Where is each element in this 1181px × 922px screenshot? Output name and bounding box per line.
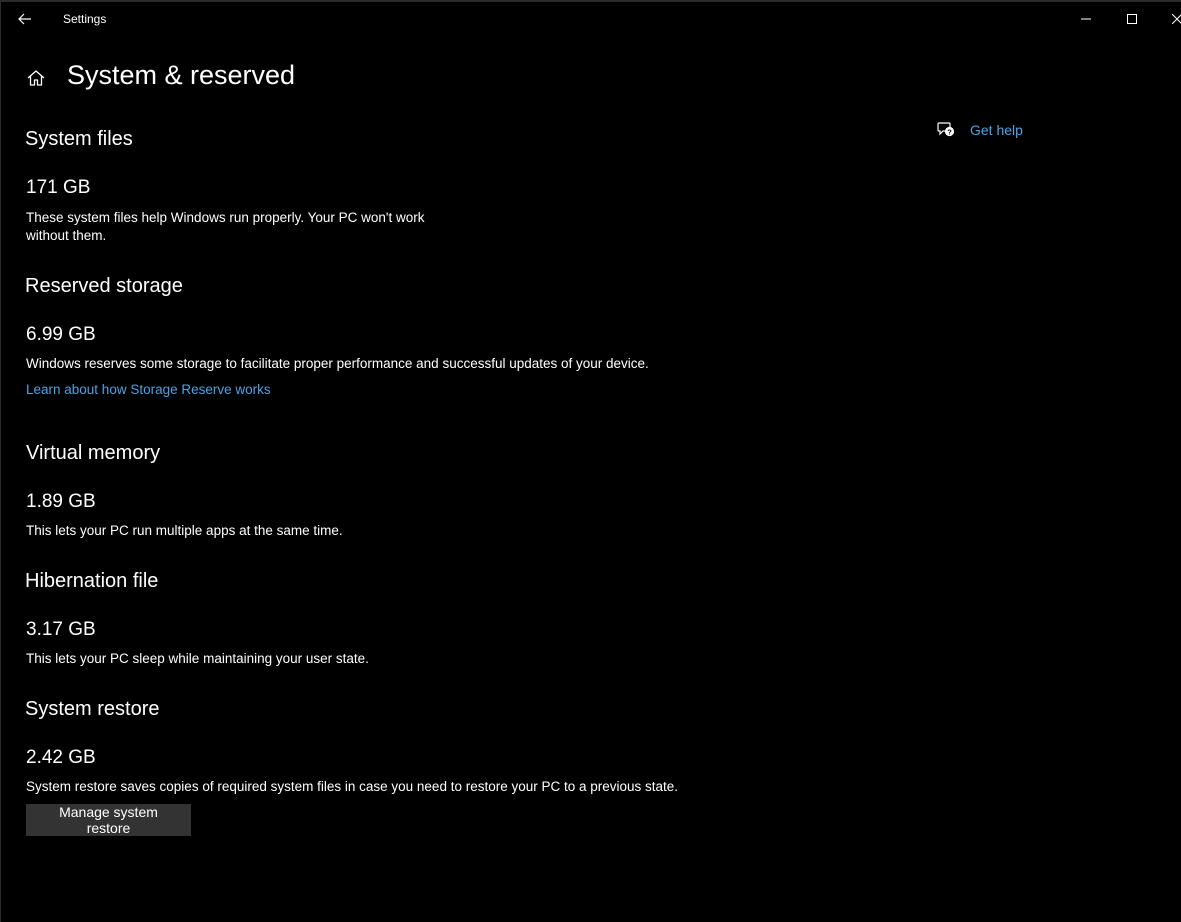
home-icon (27, 70, 45, 86)
storage-reserve-link[interactable]: Learn about how Storage Reserve works (26, 382, 271, 397)
page-title: System & reserved (67, 60, 296, 90)
svg-text:?: ? (947, 127, 952, 136)
section-description-line: without them. (26, 228, 107, 243)
settings-window: Settings System & reserved ? Get help Sy… (0, 0, 1181, 922)
maximize-icon (1127, 14, 1137, 24)
section-system-restore: System restore 2.42 GB System restore sa… (25, 698, 678, 836)
section-size: 6.99 GB (26, 324, 96, 345)
section-heading: System files (25, 128, 133, 150)
app-title: Settings (63, 12, 107, 26)
section-hibernation-file: Hibernation file 3.17 GB This lets your … (25, 570, 369, 666)
section-size: 2.42 GB (26, 747, 96, 768)
chat-help-icon: ? (936, 120, 956, 140)
maximize-button[interactable] (1109, 2, 1155, 36)
close-button[interactable] (1155, 2, 1181, 36)
section-description-line: Windows reserves some storage to facilit… (26, 356, 649, 371)
close-icon (1172, 14, 1181, 24)
section-size: 171 GB (26, 177, 91, 198)
section-heading: System restore (25, 698, 160, 720)
section-reserved-storage: Reserved storage 6.99 GB Windows reserve… (25, 275, 649, 397)
section-heading: Reserved storage (25, 275, 183, 297)
home-button[interactable] (23, 65, 49, 91)
section-heading: Hibernation file (25, 570, 159, 592)
back-button[interactable] (9, 4, 41, 34)
section-virtual-memory: Virtual memory 1.89 GB This lets your PC… (26, 442, 343, 538)
manage-system-restore-button[interactable]: Manage system restore (26, 804, 191, 836)
section-size: 1.89 GB (26, 491, 96, 512)
section-description-line: This lets your PC run multiple apps at t… (26, 523, 343, 538)
section-heading: Virtual memory (26, 442, 161, 464)
get-help-link[interactable]: ? Get help (936, 120, 1023, 140)
title-bar: Settings (1, 2, 1181, 38)
get-help-label: Get help (970, 122, 1023, 138)
section-system-files: System files 171 GB These system files h… (25, 128, 425, 243)
section-size: 3.17 GB (26, 619, 96, 640)
minimize-icon (1081, 18, 1091, 20)
section-description-line: This lets your PC sleep while maintainin… (26, 651, 369, 666)
section-description-line: These system files help Windows run prop… (26, 210, 425, 225)
section-description-line: System restore saves copies of required … (26, 779, 679, 794)
back-arrow-icon (18, 13, 31, 25)
minimize-button[interactable] (1063, 2, 1109, 36)
